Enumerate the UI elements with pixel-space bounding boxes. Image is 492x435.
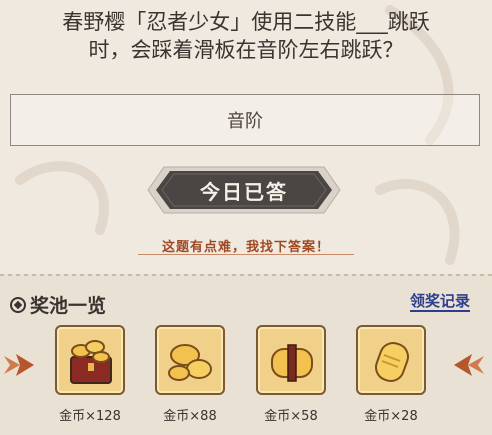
answered-today-button[interactable]: 今日已答 [146, 165, 342, 215]
pool-dashed-border [0, 274, 492, 276]
question-line-1: 春野樱「忍者少女」使用二技能___跳跃 [62, 10, 430, 34]
question-text: 春野樱「忍者少女」使用二技能___跳跃 时，会踩着滑板在音阶左右跳跃？ [12, 8, 480, 64]
gold-coin-chest-icon [70, 340, 112, 384]
reward-label-88: 金币×88 [163, 409, 217, 424]
reward-item-88[interactable] [155, 325, 225, 395]
reward-item-58[interactable] [256, 325, 326, 395]
arrow-right-icon[interactable] [452, 350, 486, 380]
answer-box: 音阶 [10, 94, 480, 146]
hint-underline [138, 254, 354, 255]
gold-coin-pile-icon [168, 344, 212, 381]
reward-label-128: 金币×128 [59, 409, 121, 424]
gold-coin-icon [375, 342, 409, 382]
hint-link[interactable]: 这题有点难，我找下答案！ [130, 236, 362, 255]
answer-text: 音阶 [227, 111, 263, 132]
reward-item-128[interactable] [55, 325, 125, 395]
reward-label-58: 金币×58 [264, 409, 318, 424]
question-line-2: 时，会踩着滑板在音阶左右跳跃？ [88, 38, 404, 62]
reward-item-28[interactable] [356, 325, 426, 395]
pool-title-text: 奖池一览 [30, 295, 107, 317]
arrow-left-icon[interactable] [2, 350, 36, 380]
gold-coin-bundle-icon [271, 344, 313, 382]
reward-records-link[interactable]: 领奖记录 [409, 292, 470, 312]
diamond-badge-icon [10, 296, 26, 313]
pool-title: 奖池一览 [10, 291, 106, 318]
reward-label-28: 金币×28 [364, 409, 418, 424]
answered-label: 今日已答 [200, 179, 288, 204]
